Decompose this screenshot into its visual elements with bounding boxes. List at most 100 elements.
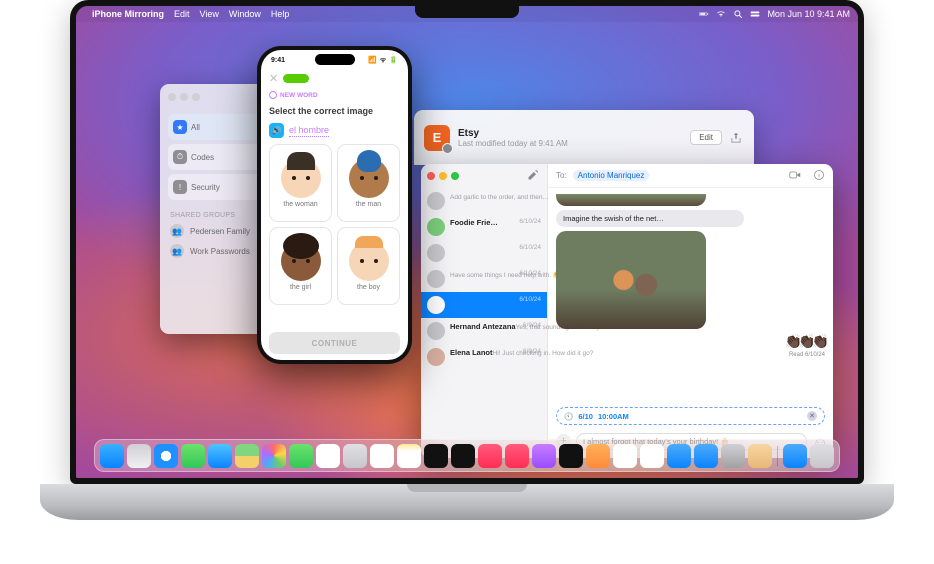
conversation-row[interactable]: Elena LanotHi! Just checking in. How did… xyxy=(421,344,547,370)
conversation-row[interactable]: 6/10/24 xyxy=(421,292,547,318)
conversation-row[interactable]: Foodie Frie… 6/10/24 xyxy=(421,214,547,240)
cellular-icon: 📶 xyxy=(368,56,377,64)
contact-name: Foodie Frie… xyxy=(450,218,498,227)
menu-help[interactable]: Help xyxy=(271,9,290,19)
note-title: Etsy xyxy=(458,128,568,139)
conversation-row[interactable]: Have some things I need help with. 🤗6/10… xyxy=(421,266,547,292)
cancel-schedule-icon[interactable]: ✕ xyxy=(807,411,817,421)
avatar-boy xyxy=(349,241,389,281)
clock-icon: 🕙 xyxy=(564,412,573,421)
image-bubble[interactable] xyxy=(556,231,706,329)
menu-window[interactable]: Window xyxy=(229,9,261,19)
message-date: 6/10/24 xyxy=(519,244,541,251)
dock-app-news[interactable] xyxy=(505,444,529,468)
dock-app-calendar[interactable] xyxy=(316,444,340,468)
avatar xyxy=(427,218,445,236)
menu-edit[interactable]: Edit xyxy=(174,9,190,19)
image-bubble-partial xyxy=(556,194,706,206)
spotlight-icon[interactable] xyxy=(733,9,743,19)
messages-window: Add garlic to the order, and then… Foodie… xyxy=(421,164,833,458)
speaker-icon[interactable]: 🔊 xyxy=(269,123,284,138)
share-icon[interactable] xyxy=(730,131,744,145)
edit-button[interactable]: Edit xyxy=(690,130,722,145)
continue-button[interactable]: CONTINUE xyxy=(269,332,400,354)
incoming-bubble: Imagine the swish of the net… xyxy=(556,210,744,227)
battery-icon[interactable] xyxy=(699,9,709,19)
answer-card[interactable]: the boy xyxy=(337,227,400,305)
screen-bezel: iPhone Mirroring Edit View Window Help M… xyxy=(70,0,864,484)
display-notch xyxy=(415,6,519,18)
to-label: To: xyxy=(556,171,567,180)
dock-app-passwords[interactable] xyxy=(748,444,772,468)
dock-app-facetime[interactable] xyxy=(289,444,313,468)
dock-app-keynote[interactable] xyxy=(667,444,691,468)
target-word[interactable]: el hombre xyxy=(289,125,329,137)
avatar-girl xyxy=(281,241,321,281)
dock-app-reminders[interactable] xyxy=(370,444,394,468)
answer-card[interactable]: the woman xyxy=(269,144,332,222)
close-lesson-icon[interactable]: ✕ xyxy=(269,72,278,85)
dock-app-photos[interactable] xyxy=(262,444,286,468)
dock-app-contacts[interactable] xyxy=(343,444,367,468)
avatar-woman xyxy=(281,158,321,198)
wifi-icon[interactable] xyxy=(716,9,726,19)
dock-app-safari[interactable] xyxy=(154,444,178,468)
dock-app-appstore[interactable] xyxy=(694,444,718,468)
menu-view[interactable]: View xyxy=(200,9,219,19)
new-word-tag: NEW WORD xyxy=(269,91,318,99)
dock-app-settings[interactable] xyxy=(721,444,745,468)
read-receipt: Read 6/10/24 xyxy=(556,352,825,358)
dock-app-notes[interactable] xyxy=(397,444,421,468)
dock-separator xyxy=(777,446,778,466)
dock-app-launchpad[interactable] xyxy=(127,444,151,468)
avatar xyxy=(427,322,445,340)
conversation-row[interactable]: Hernand AntezanaYes, that sounds good! S… xyxy=(421,318,547,344)
dock-app-stocks[interactable] xyxy=(559,444,583,468)
conversation-row[interactable]: Add garlic to the order, and then… xyxy=(421,188,547,214)
dock-app-mail[interactable] xyxy=(208,444,232,468)
dynamic-island xyxy=(315,54,355,65)
message-date: 6/10/24 xyxy=(519,296,541,303)
message-date: 6/9/24 xyxy=(523,322,541,329)
contact-name: Hernand Antezana xyxy=(450,322,516,331)
video-call-icon[interactable] xyxy=(789,169,801,183)
tapback-reaction: 👏🏿👏🏿👏🏿 xyxy=(556,333,825,350)
compose-icon[interactable] xyxy=(527,169,541,183)
progress-bar xyxy=(283,74,309,83)
dock-app-maps[interactable] xyxy=(235,444,259,468)
shared-badge-icon xyxy=(442,143,453,154)
message-date: 6/10/24 xyxy=(519,218,541,225)
lesson-prompt: Select the correct image xyxy=(261,104,408,120)
dock-app-pages[interactable] xyxy=(640,444,664,468)
info-icon[interactable]: i xyxy=(813,169,825,183)
macbook-frame: iPhone Mirroring Edit View Window Help M… xyxy=(70,0,864,520)
dock-trash[interactable] xyxy=(810,444,834,468)
dock-app-podcasts[interactable] xyxy=(532,444,556,468)
dock-app-numbers[interactable] xyxy=(613,444,637,468)
dock-app-iphone-mirroring[interactable] xyxy=(424,444,448,468)
message-preview: Add garlic to the order, and then… xyxy=(450,194,549,201)
answer-card[interactable]: the girl xyxy=(269,227,332,305)
scheduled-send-pill[interactable]: 🕙 6/10 10:00AM ✕ xyxy=(556,407,825,425)
dock-downloads[interactable] xyxy=(783,444,807,468)
menubar-clock[interactable]: Mon Jun 10 9:41 AM xyxy=(767,9,850,19)
control-center-icon[interactable] xyxy=(750,9,760,19)
avatar xyxy=(427,192,445,210)
avatar xyxy=(427,270,445,288)
contact-name: Elena Lanot xyxy=(450,348,493,357)
avatar xyxy=(427,244,445,262)
conversation-pane: To: Antonio Manriquez i Imagine the swis… xyxy=(548,164,833,458)
avatar-man xyxy=(349,158,389,198)
recipient-pill[interactable]: Antonio Manriquez xyxy=(573,170,650,181)
dock-app-home[interactable] xyxy=(586,444,610,468)
answer-card[interactable]: the man xyxy=(337,144,400,222)
dock xyxy=(94,439,840,472)
app-name-menu[interactable]: iPhone Mirroring xyxy=(92,9,164,19)
dock-app-music[interactable] xyxy=(478,444,502,468)
conversation-row[interactable]: 6/10/24 xyxy=(421,240,547,266)
dock-app-tv[interactable] xyxy=(451,444,475,468)
window-controls[interactable] xyxy=(168,93,200,101)
dock-app-finder[interactable] xyxy=(100,444,124,468)
dock-app-messages[interactable] xyxy=(181,444,205,468)
window-controls[interactable] xyxy=(427,172,459,180)
